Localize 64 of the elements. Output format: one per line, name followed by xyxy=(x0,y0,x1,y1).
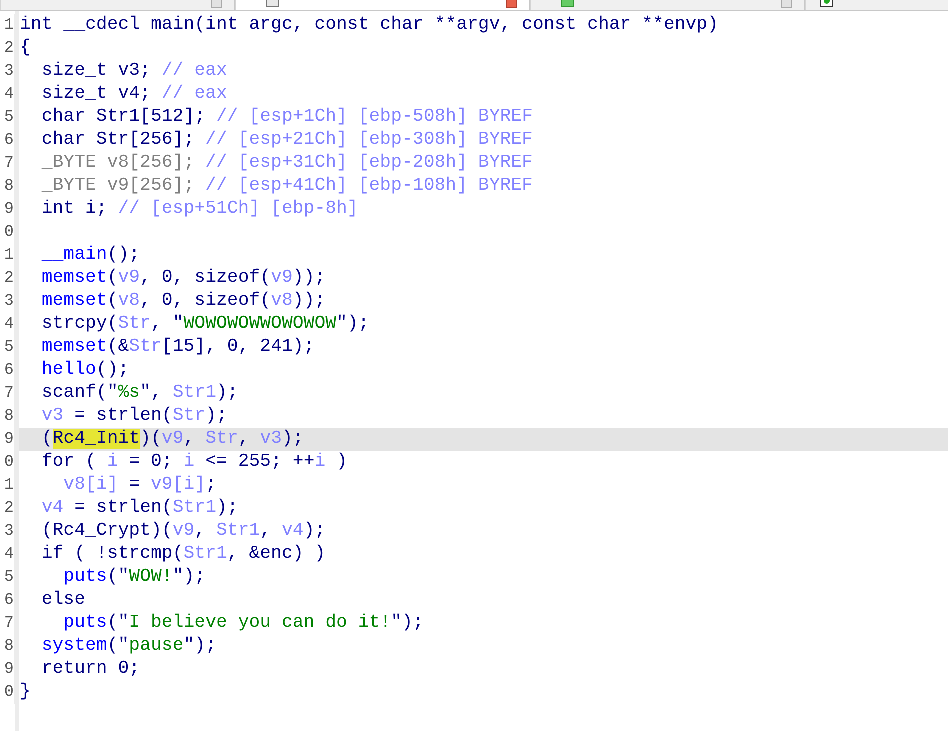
line-number: 1 xyxy=(3,15,14,36)
line-number: 0 xyxy=(3,682,14,703)
line-number: 3 xyxy=(3,291,14,312)
code-line: _BYTE v8[256]; // [esp+31Ch] [ebp-208h] BYREF xyxy=(40,152,534,175)
code-line: puts("WOW!"); xyxy=(62,566,207,589)
code-line: int __cdecl main(int argc, const char **argv, const char **envp) xyxy=(19,14,720,37)
line-number: 2 xyxy=(3,498,14,519)
code-line: char Str[256]; // [esp+21Ch] [ebp-308h] BYREF xyxy=(40,129,534,152)
line-number: 0 xyxy=(3,452,14,473)
line-number: 2 xyxy=(3,38,14,59)
code-line: { xyxy=(19,37,32,60)
line-number: 7 xyxy=(3,383,14,404)
line-number: 8 xyxy=(3,636,14,657)
code-line: puts("I believe you can do it!"); xyxy=(62,612,425,635)
line-number: 3 xyxy=(3,521,14,542)
code-line: scanf("%s", Str1); xyxy=(40,382,240,405)
code-line: system("pause"); xyxy=(40,635,218,658)
line-number: 6 xyxy=(3,360,14,381)
line-number: 0 xyxy=(3,222,14,243)
close-icon[interactable] xyxy=(781,0,792,8)
line-number: 3 xyxy=(3,61,14,82)
code-line: memset(v8, 0, sizeof(v8)); xyxy=(40,290,327,313)
tab[interactable] xyxy=(805,0,948,10)
code-line: v4 = strlen(Str1); xyxy=(40,497,240,520)
close-icon[interactable] xyxy=(506,0,517,8)
line-number: 1 xyxy=(3,475,14,496)
code-line: size_t v3; // eax xyxy=(40,60,228,83)
code-line: return 0; xyxy=(40,658,142,681)
line-number: 7 xyxy=(3,153,14,174)
code-line: for ( i = 0; i <= 255; ++i ) xyxy=(40,451,348,474)
line-number: 7 xyxy=(3,613,14,634)
code-line: _BYTE v9[256]; // [esp+41Ch] [ebp-108h] BYREF xyxy=(40,175,534,198)
line-number: 8 xyxy=(3,406,14,427)
code-line: if ( !strcmp(Str1, &enc) ) xyxy=(40,543,327,566)
line-number: 2 xyxy=(3,268,14,289)
line-number: 5 xyxy=(3,567,14,588)
code-line: memset(v9, 0, sizeof(v9)); xyxy=(40,267,327,290)
code-line: memset(&Str[15], 0, 241); xyxy=(40,336,316,359)
line-number: 6 xyxy=(3,130,14,151)
code-line: v8[i] = v9[i]; xyxy=(62,474,218,497)
line-number: 8 xyxy=(3,176,14,197)
close-icon[interactable] xyxy=(211,0,222,8)
line-number: 4 xyxy=(3,84,14,105)
code-line: __main(); xyxy=(40,244,142,267)
line-number: 9 xyxy=(3,429,14,450)
line-number: 1 xyxy=(3,245,14,266)
line-number: 9 xyxy=(3,659,14,680)
code-line: } xyxy=(19,681,32,704)
tab[interactable] xyxy=(235,0,530,10)
code-line: hello(); xyxy=(40,359,130,382)
code-line: char Str1[512]; // [esp+1Ch] [ebp-508h] BYREF xyxy=(40,106,534,129)
line-number: 6 xyxy=(3,590,14,611)
line-number: 9 xyxy=(3,199,14,220)
code-line: else xyxy=(40,589,86,612)
line-number: 4 xyxy=(3,314,14,335)
line-number: 5 xyxy=(3,337,14,358)
code-line: v3 = strlen(Str); xyxy=(40,405,228,428)
tab[interactable] xyxy=(530,0,805,10)
code-line: (Rc4_Crypt)(v9, Str1, v4); xyxy=(40,520,327,543)
code-line: size_t v4; // eax xyxy=(40,83,228,106)
line-number: 5 xyxy=(3,107,14,128)
code-line: strcpy(Str, "WOWOWOWWOWOWOW"); xyxy=(40,313,370,336)
line-number: 4 xyxy=(3,544,14,565)
code-line: int i; // [esp+51Ch] [ebp-8h] xyxy=(40,198,360,221)
